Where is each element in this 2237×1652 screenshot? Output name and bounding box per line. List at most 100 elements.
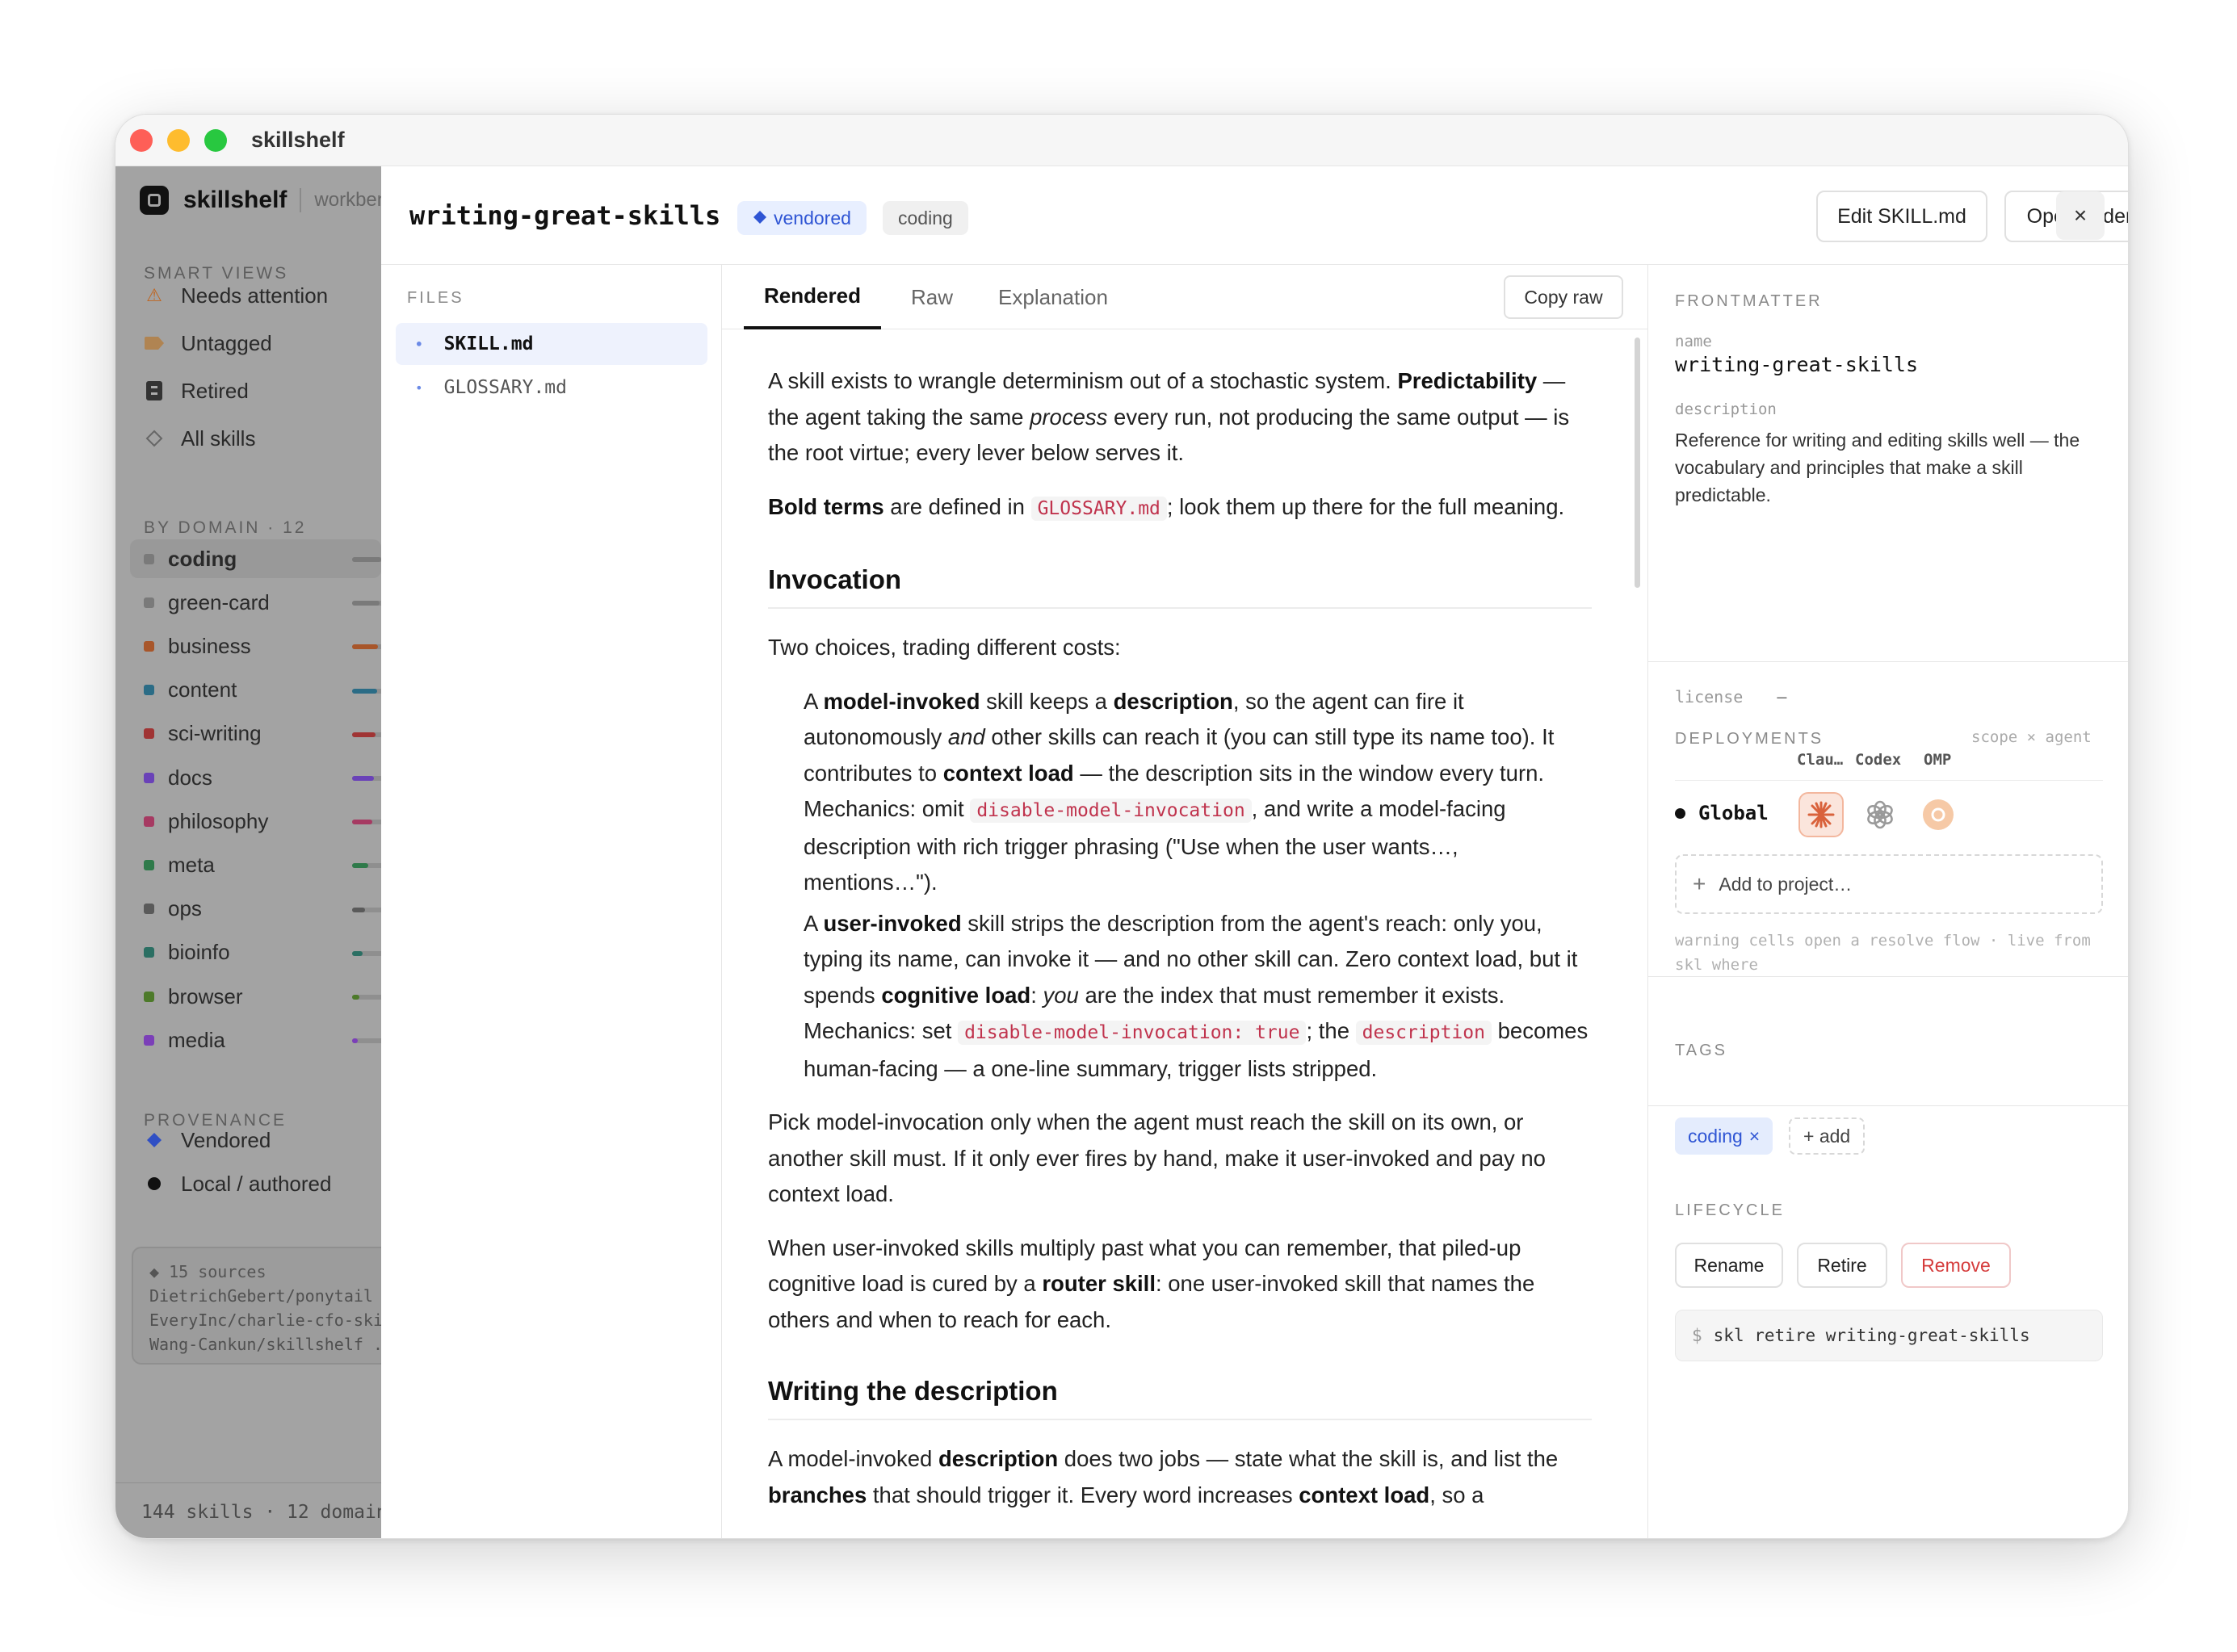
document-viewer: Rendered Raw Explanation Copy raw A skil… <box>722 265 1648 1538</box>
tag-chip-coding[interactable]: coding × <box>1675 1117 1773 1155</box>
domain-count-fill <box>352 1038 358 1044</box>
scope-label: Global <box>1698 802 1769 824</box>
edit-skill-button[interactable]: Edit SKILL.md <box>1816 191 1987 242</box>
smart-view-untagged[interactable]: Untagged <box>144 327 272 359</box>
tag-icon <box>144 336 165 350</box>
cli-prompt: $ <box>1692 1326 1702 1345</box>
omp-icon <box>1923 799 1954 830</box>
domain-item-docs[interactable]: docs <box>130 758 381 797</box>
domain-item-philosophy[interactable]: philosophy <box>130 802 381 841</box>
add-to-project-label: Add to project… <box>1719 873 1853 895</box>
copy-raw-button[interactable]: Copy raw <box>1504 275 1623 319</box>
minimize-window-button[interactable] <box>167 129 190 152</box>
close-icon[interactable]: × <box>2056 191 2105 240</box>
tab-explanation[interactable]: Explanation <box>980 265 1126 329</box>
glossary-link[interactable]: GLOSSARY.md <box>1030 496 1167 521</box>
retire-button[interactable]: Retire <box>1797 1243 1887 1288</box>
domain-color-swatch <box>144 728 154 740</box>
deploy-cell-omp[interactable] <box>1916 792 1961 837</box>
smart-view-all-skills[interactable]: All skills <box>144 422 255 455</box>
tab-raw[interactable]: Raw <box>892 265 972 329</box>
doc-heading-invocation: Invocation <box>768 544 1592 609</box>
domain-label: content <box>168 677 237 702</box>
deploy-cell-claude[interactable] <box>1798 792 1844 837</box>
tab-rendered[interactable]: Rendered <box>744 265 881 329</box>
domain-item-green-card[interactable]: green-card <box>130 583 381 622</box>
add-tag-button[interactable]: + add <box>1789 1117 1866 1155</box>
plus-icon: + <box>1693 871 1706 896</box>
sidebar-footer-divider <box>115 1482 381 1483</box>
skill-detail: writing-great-skills vendored coding Edi… <box>381 166 2128 1538</box>
doc-paragraph: Two choices, trading different costs: <box>768 635 1121 660</box>
sources-box: ◆ 15 sources DietrichGebert/ponytail Eve… <box>132 1247 381 1365</box>
domain-count-fill <box>352 907 365 912</box>
lifecycle-heading: LIFECYCLE <box>1675 1201 1785 1219</box>
deployments-heading: DEPLOYMENTS <box>1675 730 1824 748</box>
domain-item-business[interactable]: business <box>130 627 381 665</box>
remove-button[interactable]: Remove <box>1901 1243 2011 1288</box>
domain-item-sci-writing[interactable]: sci-writing <box>130 715 381 753</box>
domain-count-bar <box>352 1038 381 1044</box>
domain-count-bar <box>352 863 381 869</box>
provenance-vendored[interactable]: Vendored <box>144 1124 271 1156</box>
domain-count-bar <box>352 907 381 912</box>
agent-column-omp: OMP <box>1924 751 1952 769</box>
deployments-divider <box>1675 780 2103 781</box>
domain-color-swatch <box>144 640 154 652</box>
frontmatter-heading: FRONTMATTER <box>1675 292 1823 310</box>
brand-subtitle: workbench <box>314 189 381 211</box>
file-name: SKILL.md <box>443 333 534 354</box>
domain-label: green-card <box>168 589 270 614</box>
remove-tag-icon[interactable]: × <box>1749 1126 1760 1147</box>
frontmatter-description-key: description <box>1675 400 1777 418</box>
agent-column-claude: Clau… <box>1797 751 1844 769</box>
domain-count-bar <box>352 688 381 694</box>
brand-name: skillshelf <box>183 187 287 213</box>
zoom-window-button[interactable] <box>204 129 227 152</box>
domain-item-content[interactable]: content <box>130 671 381 710</box>
list-item: A model-invoked skill keeps a descriptio… <box>804 688 1555 895</box>
domain-item-media[interactable]: media <box>130 1021 381 1059</box>
list-item: A user-invoked skill strips the descript… <box>804 910 1589 1081</box>
domain-color-swatch <box>144 816 154 827</box>
inspector-panel: FRONTMATTER name writing-great-skills de… <box>1648 265 2128 1538</box>
domain-count-bar <box>352 776 381 781</box>
domain-count-bar <box>352 950 381 956</box>
tag-label: coding <box>1688 1125 1743 1147</box>
claude-icon <box>1807 801 1835 828</box>
smart-view-retired[interactable]: Retired <box>144 375 249 407</box>
domain-color-swatch <box>144 991 154 1002</box>
domain-label: meta <box>168 852 215 877</box>
domain-item-meta[interactable]: meta <box>130 845 381 884</box>
window-title: skillshelf <box>251 128 345 152</box>
doc-list: A model-invoked skill keeps a descriptio… <box>768 684 1592 1088</box>
domain-count-bar <box>352 820 381 825</box>
deploy-cell-codex[interactable] <box>1857 792 1903 837</box>
domain-count-fill <box>352 995 359 1000</box>
scrollbar[interactable] <box>1635 338 1640 588</box>
add-to-project-button[interactable]: + Add to project… <box>1675 854 2103 914</box>
smart-view-label: Needs attention <box>181 283 329 308</box>
provenance-local[interactable]: Local / authored <box>144 1168 331 1200</box>
close-window-button[interactable] <box>130 129 153 152</box>
smart-view-needs-attention[interactable]: ⚠ Needs attention <box>144 279 328 312</box>
domain-color-swatch <box>144 904 154 915</box>
domain-item-coding[interactable]: coding <box>130 539 381 578</box>
vendored-badge: vendored <box>737 201 867 235</box>
file-bullet-icon: • <box>415 379 423 396</box>
rename-button[interactable]: Rename <box>1675 1243 1783 1288</box>
file-item-glossary-md[interactable]: • GLOSSARY.md <box>396 367 707 409</box>
domain-item-bioinfo[interactable]: bioinfo <box>130 933 381 972</box>
domain-item-ops[interactable]: ops <box>130 890 381 929</box>
domain-color-swatch <box>144 772 154 783</box>
file-item-skill-md[interactable]: • SKILL.md <box>396 323 707 365</box>
domain-count-fill <box>352 601 380 606</box>
domain-count-fill <box>352 688 377 694</box>
domain-count-bar <box>352 557 381 562</box>
sidebar: skillshelf workbench SMART VIEWS ⚠ Needs… <box>115 166 381 1538</box>
doc-heading-description: Writing the description <box>768 1356 1592 1420</box>
domain-item-browser[interactable]: browser <box>130 977 381 1016</box>
domain-label: bioinfo <box>168 940 230 965</box>
doc-paragraph: A model-invoked description does two job… <box>768 1446 1559 1507</box>
provenance-label: Vendored <box>181 1127 271 1152</box>
